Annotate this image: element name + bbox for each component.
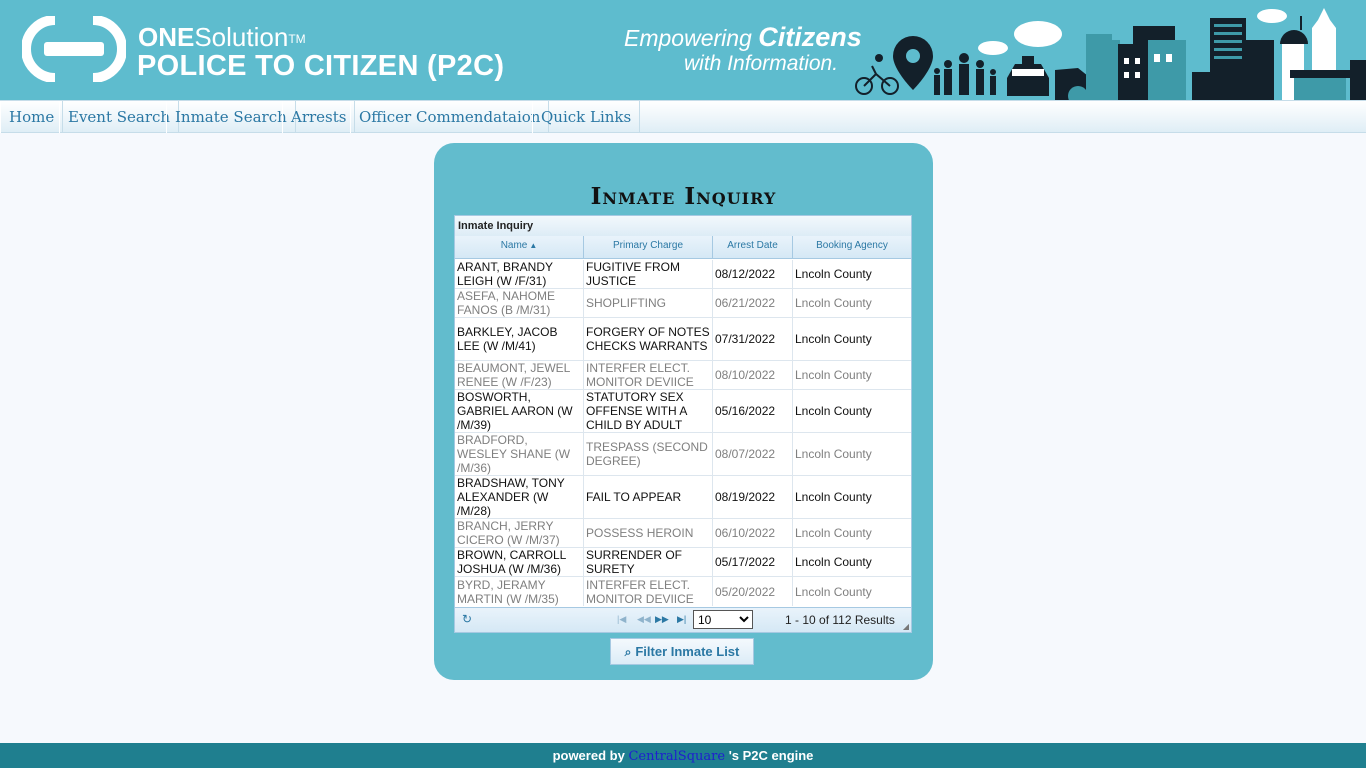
cell-date: 05/20/2022 (713, 577, 793, 606)
footer-powered-by: powered by (552, 748, 625, 763)
cell-date: 06/21/2022 (713, 289, 793, 317)
cell-date: 05/16/2022 (713, 390, 793, 432)
brand-subtitle: POLICE TO CITIZEN (P2C) (137, 50, 505, 82)
nav-item-inmate-search[interactable]: Inmate Search (166, 101, 296, 133)
cell-name: ARANT, BRANDY LEIGH (W /F/31) (455, 260, 584, 288)
centralsquare-link[interactable]: CentralSquare (628, 749, 725, 764)
cell-agency: Lncoln County (795, 267, 872, 281)
cell-name: BOSWORTH, GABRIEL AARON (W /M/39) (455, 390, 584, 432)
cell-charge: POSSESS HEROIN (584, 519, 713, 547)
results-count: 1 - 10 of 112 Results (785, 613, 895, 627)
table-row[interactable]: BEAUMONT, JEWEL RENEE (W /F/23) INTERFER… (455, 361, 911, 390)
nav-item-officer-commendation[interactable]: Officer Commendataion (350, 101, 550, 133)
cell-date: 08/07/2022 (713, 433, 793, 475)
cell-agency: Lncoln County (795, 332, 872, 346)
next-page-icon[interactable]: ▶▶ (655, 614, 669, 625)
cell-charge: TRESPASS (SECOND DEGREE) (584, 433, 713, 475)
tagline-line2: with Information. (684, 52, 839, 75)
resize-grip-icon[interactable]: ◢ (903, 622, 909, 631)
table-row[interactable]: BARKLEY, JACOB LEE (W /M/41) FORGERY OF … (455, 318, 911, 361)
grid-pager: ↻ |◀ ◀◀ ▶▶ ▶| 10 1 - 10 of 112 Results ◢ (455, 607, 911, 632)
inmate-grid: Inmate Inquiry Name ▲ Primary Charge Arre… (454, 215, 912, 633)
cell-agency: Lncoln County (795, 447, 872, 461)
nav-item-quick-links[interactable]: Quick Links (532, 101, 641, 133)
cell-charge: SURRENDER OF SURETY (584, 548, 713, 576)
filter-button-label: Filter Inmate List (635, 644, 740, 659)
cell-charge: FUGITIVE FROM JUSTICE (584, 260, 713, 288)
nav-item-home[interactable]: Home (0, 101, 64, 133)
cell-date: 08/12/2022 (713, 260, 793, 288)
first-page-icon[interactable]: |◀ (617, 614, 626, 625)
nav-item-arrests[interactable]: Arrests (282, 101, 356, 133)
page-size-select[interactable]: 10 (693, 610, 753, 629)
filter-inmate-list-button[interactable]: ⌕ Filter Inmate List (610, 638, 754, 665)
city-skyline-illustration (855, 8, 1366, 100)
page-title: Inmate Inquiry (590, 183, 777, 210)
site-footer: powered by CentralSquare 's P2C engine (0, 743, 1366, 768)
cell-date: 05/17/2022 (713, 548, 793, 576)
cell-charge: STATUTORY SEX OFFENSE WITH A CHILD BY AD… (584, 390, 713, 432)
cell-agency: Lncoln County (795, 526, 872, 540)
sort-ascending-icon: ▲ (529, 241, 538, 250)
cell-name: BARKLEY, JACOB LEE (W /M/41) (455, 318, 584, 360)
cell-date: 07/31/2022 (713, 318, 793, 360)
tagline-line1: Empowering Citizens (624, 22, 862, 52)
cell-charge: INTERFER ELECT. MONITOR DEVIICE (584, 361, 713, 389)
previous-page-icon[interactable]: ◀◀ (637, 614, 651, 625)
cell-name: ASEFA, NAHOME FANOS (B /M/31) (455, 289, 584, 317)
search-icon: ⌕ (624, 645, 632, 659)
cell-name: BYRD, JERAMY MARTIN (W /M/35) (455, 577, 584, 606)
table-row[interactable]: BRADFORD, WESLEY SHANE (W /M/36) TRESPAS… (455, 433, 911, 476)
table-row[interactable]: ASEFA, NAHOME FANOS (B /M/31) SHOPLIFTIN… (455, 289, 911, 318)
cell-name: BRANCH, JERRY CICERO (W /M/37) (455, 519, 584, 547)
cell-agency: Lncoln County (795, 584, 872, 599)
grid-header: Name ▲ Primary Charge Arrest Date Booking… (455, 236, 911, 259)
cell-name: BRADFORD, WESLEY SHANE (W /M/36) (455, 433, 584, 475)
last-page-icon[interactable]: ▶| (677, 614, 686, 625)
cell-charge: SHOPLIFTING (584, 289, 713, 317)
grid-caption: Inmate Inquiry (455, 216, 911, 236)
column-header-primary-charge[interactable]: Primary Charge (584, 236, 713, 259)
column-header-arrest-date[interactable]: Arrest Date (713, 236, 793, 259)
cell-name: BROWN, CARROLL JOSHUA (W /M/36) (455, 548, 584, 576)
table-row[interactable]: BRANCH, JERRY CICERO (W /M/37) POSSESS H… (455, 519, 911, 548)
cell-agency: Lncoln County (795, 296, 872, 310)
cell-charge: FORGERY OF NOTES CHECKS WARRANTS (584, 318, 713, 360)
cell-agency: Lncoln County (795, 368, 872, 382)
cell-charge: INTERFER ELECT. MONITOR DEVIICE (584, 577, 713, 606)
brand-name: ONESolutionTM (138, 22, 306, 52)
footer-suffix: 's P2C engine (728, 748, 814, 763)
table-row[interactable]: BROWN, CARROLL JOSHUA (W /M/36) SURRENDE… (455, 548, 911, 577)
table-row[interactable]: ARANT, BRANDY LEIGH (W /F/31) FUGITIVE F… (455, 260, 911, 289)
cell-date: 08/10/2022 (713, 361, 793, 389)
cell-date: 08/19/2022 (713, 476, 793, 518)
column-header-name[interactable]: Name ▲ (455, 236, 584, 259)
refresh-icon[interactable]: ↻ (462, 612, 472, 626)
cell-agency: Lncoln County (795, 555, 872, 569)
site-header: ONESolutionTM POLICE TO CITIZEN (P2C) Em… (0, 0, 1366, 100)
cell-agency: Lncoln County (795, 490, 872, 504)
cell-charge: FAIL TO APPEAR (584, 476, 713, 518)
cell-date: 06/10/2022 (713, 519, 793, 547)
table-row[interactable]: BRADSHAW, TONY ALEXANDER (W /M/28) FAIL … (455, 476, 911, 519)
cell-name: BRADSHAW, TONY ALEXANDER (W /M/28) (455, 476, 584, 518)
main-navigation: Home Event Search Inmate Search Arrests … (0, 100, 1366, 133)
nav-item-event-search[interactable]: Event Search (59, 101, 180, 133)
onesolution-logo-icon (22, 16, 126, 82)
table-row[interactable]: BYRD, JERAMY MARTIN (W /M/35) INTERFER E… (455, 577, 911, 606)
cell-name: BEAUMONT, JEWEL RENEE (W /F/23) (455, 361, 584, 389)
table-row[interactable]: BOSWORTH, GABRIEL AARON (W /M/39) STATUT… (455, 390, 911, 433)
cell-agency: Lncoln County (795, 404, 872, 418)
column-header-booking-agency[interactable]: Booking Agency (793, 236, 911, 259)
